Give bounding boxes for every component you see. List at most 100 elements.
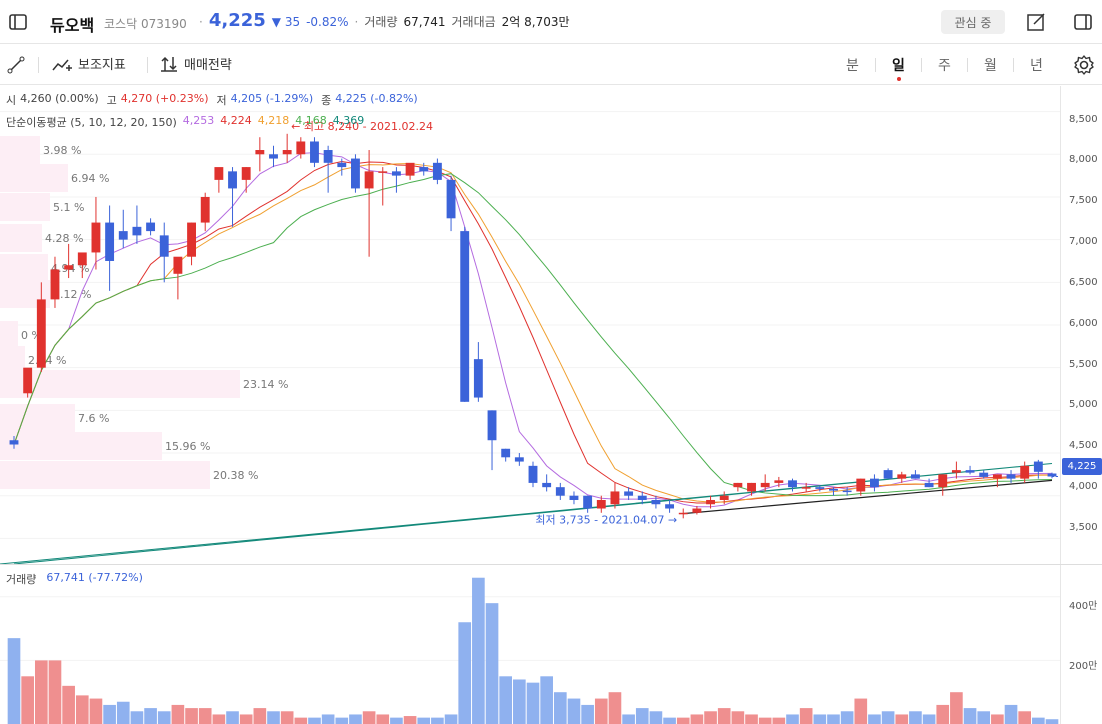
indicator-icon xyxy=(52,59,72,71)
y-tick: 3,500 xyxy=(1069,522,1098,533)
strategy-button[interactable]: 매매전략 xyxy=(160,54,232,73)
indicator-button[interactable]: 보조지표 xyxy=(52,54,126,73)
candle-body xyxy=(351,158,360,189)
y-tick: 4,500 xyxy=(1069,440,1098,451)
volume-profile-bar xyxy=(0,321,18,349)
volume-bar xyxy=(881,711,895,724)
candle xyxy=(678,508,688,519)
y-tick: 6,500 xyxy=(1069,277,1098,288)
period-day[interactable]: 일 xyxy=(876,55,921,81)
volume-bar xyxy=(417,717,431,724)
candle-body xyxy=(979,472,989,477)
y-tick: 7,000 xyxy=(1069,236,1098,247)
edit-icon[interactable] xyxy=(1020,6,1052,38)
y-tick: 5,500 xyxy=(1069,359,1098,370)
volume-bar xyxy=(171,704,185,724)
candle-body xyxy=(378,171,388,173)
top-bar: 듀오백 코스닥 073190 · 4,225 ▼ 35 -0.82% · 거래량… xyxy=(0,0,1102,44)
volume-bar xyxy=(745,714,758,724)
candle-body xyxy=(651,499,661,505)
strategy-icon xyxy=(161,56,177,72)
candle xyxy=(951,461,961,479)
candle-body xyxy=(815,487,825,489)
draw-line-icon[interactable] xyxy=(0,49,32,81)
volume-bar xyxy=(280,711,294,724)
candle xyxy=(473,342,483,402)
price-change: ▼ 35 xyxy=(271,15,301,29)
volume-bar xyxy=(103,704,116,724)
volume-bar xyxy=(390,717,403,724)
candle-body xyxy=(883,470,893,479)
volume-bar xyxy=(663,717,676,724)
volume-bar xyxy=(308,717,321,724)
volume-bar xyxy=(239,714,253,724)
volume-bar xyxy=(690,714,704,724)
candle xyxy=(514,453,524,466)
y-tick: 5,000 xyxy=(1069,399,1098,410)
candle-body xyxy=(870,478,879,488)
candle-body xyxy=(829,488,838,491)
candle-body xyxy=(528,465,538,483)
ma12-value: 4,218 xyxy=(257,114,290,127)
candle-body xyxy=(842,490,852,493)
candle xyxy=(788,478,797,492)
stock-name: 듀오백 xyxy=(50,16,95,35)
panel-toggle-icon[interactable] xyxy=(1067,6,1099,38)
volume-bar xyxy=(827,714,840,724)
sidebar-toggle-icon[interactable] xyxy=(2,6,34,38)
candle xyxy=(555,482,565,500)
volume-chart[interactable] xyxy=(0,565,1060,724)
volume-bar xyxy=(813,714,827,724)
price-chart[interactable]: 3.98 %6.94 %5.1 %4.28 %4.94 %5.12 %0 %2.… xyxy=(0,86,1060,564)
volume-bar xyxy=(758,717,772,724)
candle-body xyxy=(692,508,702,513)
volume-bar xyxy=(75,695,89,724)
candle-body xyxy=(555,487,565,496)
volume-bar xyxy=(34,660,48,724)
volume-bar xyxy=(198,708,212,724)
volume-bar xyxy=(144,708,157,724)
candle-body xyxy=(405,162,415,176)
candle-body xyxy=(50,269,60,300)
period-year[interactable]: 년 xyxy=(1014,55,1059,75)
volume-bar xyxy=(157,711,171,724)
volume-bar xyxy=(485,603,499,724)
candle-body xyxy=(432,162,442,180)
candle xyxy=(187,222,196,266)
candle-body xyxy=(706,499,715,505)
candle xyxy=(323,145,333,193)
volume-bar xyxy=(731,711,745,724)
candle-body xyxy=(624,491,634,496)
candle-body xyxy=(159,235,169,257)
volume-bar xyxy=(7,638,21,724)
volume-bar xyxy=(772,717,786,724)
ma20-value: 4,168 xyxy=(295,114,327,127)
volume-bar xyxy=(62,685,75,724)
volume-bar xyxy=(594,698,608,724)
watchlist-button[interactable]: 관심 중 xyxy=(941,10,1005,34)
volume-bar xyxy=(977,711,991,724)
candle-body xyxy=(132,226,142,236)
period-month[interactable]: 월 xyxy=(968,55,1013,75)
volume-bar xyxy=(362,711,376,724)
candle-body xyxy=(419,167,429,172)
candle xyxy=(870,474,879,492)
period-minute[interactable]: 분 xyxy=(830,55,875,75)
candle-body xyxy=(788,480,797,488)
candle-body xyxy=(583,495,593,509)
volume-bar xyxy=(922,714,936,724)
period-week[interactable]: 주 xyxy=(922,55,967,75)
high-value: 4,270 (+0.23%) xyxy=(120,92,209,105)
candle-body xyxy=(542,482,552,488)
candle-body xyxy=(473,359,483,398)
settings-gear-icon[interactable] xyxy=(1068,49,1100,81)
candle xyxy=(23,367,33,398)
volume-bar xyxy=(89,698,103,724)
low-annotation: 최저 3,735 - 2021.04.07 → xyxy=(535,513,677,526)
candle xyxy=(760,474,770,492)
volume-bar xyxy=(649,711,663,724)
volume-bar xyxy=(676,717,690,724)
volume-profile-bar xyxy=(0,432,162,460)
candle-body xyxy=(9,440,19,445)
moving-average-legend[interactable]: 단순이동평균 (5, 10, 12, 20, 150) 4,253 4,224 … xyxy=(6,114,364,130)
